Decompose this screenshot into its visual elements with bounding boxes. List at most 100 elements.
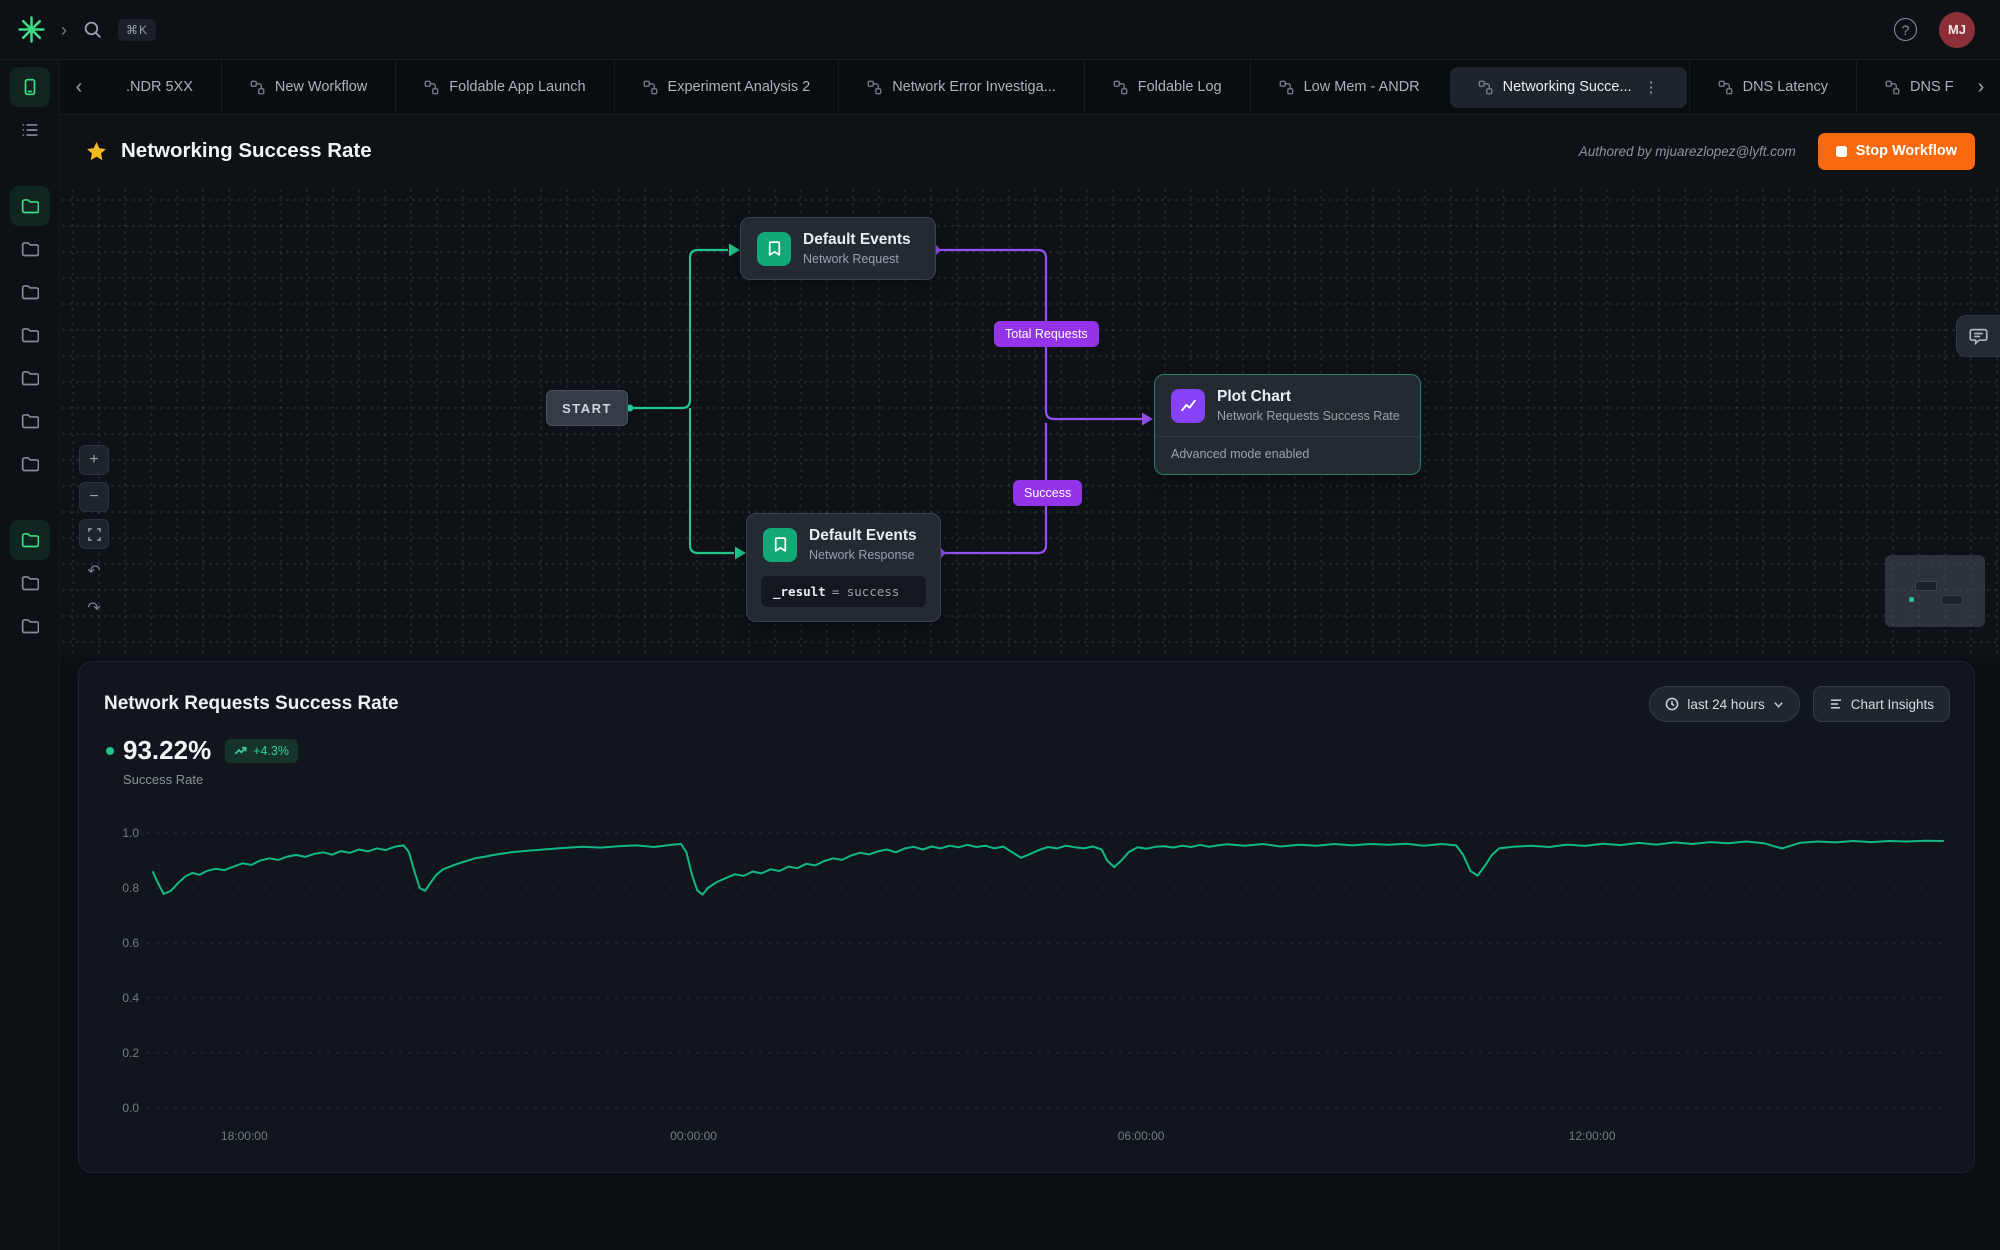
node-title: Plot Chart [1217,388,1400,406]
canvas-controls: + − ↶ ↷ [79,445,109,623]
sidebar-expand-icon[interactable]: › [61,21,67,39]
tabs-scroll-left-button[interactable]: ‹ [60,60,98,114]
sidebar-item[interactable] [10,358,50,398]
stop-workflow-button[interactable]: Stop Workflow [1818,133,1975,170]
stop-icon [1836,146,1847,157]
tab-label: .NDR 5XX [126,79,193,95]
node-subtitle: Network Response [809,548,917,562]
avatar[interactable]: MJ [1939,12,1975,48]
svg-text:12:00:00: 12:00:00 [1569,1129,1616,1143]
workflow-tab[interactable]: Networking Succe... ⋮ [1450,67,1687,108]
undo-button[interactable]: ↶ [79,556,109,586]
minimap-node [1941,595,1963,605]
clock-icon [1665,697,1679,711]
workflow-tab[interactable]: Low Mem - ANDR [1250,60,1448,114]
minimap[interactable] [1885,555,1985,627]
insights-icon [1829,697,1843,711]
svg-text:0.2: 0.2 [122,1046,139,1060]
workflow-canvas[interactable]: START Default Events Network Request [60,187,2000,657]
app-logo [18,16,45,43]
edge-label-total-requests: Total Requests [994,321,1099,347]
favorite-star-icon[interactable] [86,141,107,162]
node-title: Default Events [809,527,917,545]
folder-icon [21,283,39,301]
workflow-tab[interactable]: DNS Latency [1689,60,1856,114]
chart-insights-button[interactable]: Chart Insights [1813,686,1950,722]
workflow-tab[interactable]: Network Error Investiga... [838,60,1084,114]
folder-icon [21,240,39,258]
workflow-tab[interactable]: Experiment Analysis 2 [614,60,839,114]
comments-button[interactable] [1956,315,2000,357]
node-default-events-request[interactable]: Default Events Network Request [740,217,936,280]
tab-menu-icon[interactable]: ⋮ [1644,78,1659,96]
time-range-button[interactable]: last 24 hours [1649,686,1799,722]
tab-bar: ‹ .NDR 5XX New Workflow Foldable App Lau… [60,60,2000,115]
time-range-label: last 24 hours [1687,697,1764,712]
workflow-tab[interactable]: Foldable Log [1084,60,1250,114]
metric-delta-badge: +4.3% [225,739,298,763]
sidebar-nav [0,60,60,1250]
sidebar-item[interactable] [10,315,50,355]
folder-icon [21,617,39,635]
node-subtitle: Network Request [803,252,911,266]
metric-delta: +4.3% [253,744,289,758]
sidebar-item[interactable] [10,444,50,484]
bookmark-icon [763,528,797,562]
fit-view-button[interactable] [79,519,109,549]
help-button[interactable]: ? [1894,18,1917,41]
zoom-out-button[interactable]: − [79,482,109,512]
chevron-down-icon [1773,699,1784,710]
sidebar-item[interactable] [10,229,50,269]
start-node[interactable]: START [546,390,628,426]
fit-view-icon [88,528,101,541]
workflow-icon [643,80,658,95]
folder-icon [21,455,39,473]
tab-label: DNS Latency [1743,79,1828,95]
page-title: Networking Success Rate [121,139,372,163]
bookmark-icon [757,232,791,266]
tab-label: DNS F [1910,79,1954,95]
authored-by-text: Authored by mjuarezlopez@lyft.com [1579,144,1796,159]
trending-up-icon [234,744,247,757]
zoom-in-button[interactable]: + [79,445,109,475]
workflow-tab[interactable]: New Workflow [221,60,395,114]
condition-key: _result [773,584,826,599]
tab-label: New Workflow [275,79,367,95]
sidebar-item[interactable] [10,110,50,150]
tabs-scroll-right-button[interactable]: › [1962,60,2000,114]
sidebar-item[interactable] [10,186,50,226]
tab-label: Foldable App Launch [449,79,585,95]
node-plot-chart[interactable]: Plot Chart Network Requests Success Rate… [1154,374,1421,475]
svg-text:0.8: 0.8 [122,881,139,895]
metric-block: 93.22% +4.3% Success Rate [106,735,298,787]
sidebar-item[interactable] [10,606,50,646]
workflow-tab[interactable]: .NDR 5XX [98,60,221,114]
sidebar-item[interactable] [10,272,50,312]
sidebar-item[interactable] [10,520,50,560]
tab-label: Networking Succe... [1503,79,1632,95]
folder-icon [21,531,39,549]
workflow-icon [1718,80,1733,95]
chart-panel: Network Requests Success Rate last 24 ho… [78,661,1975,1173]
sidebar-item[interactable] [10,563,50,603]
condition-value: = success [832,584,900,599]
node-default-events-response[interactable]: Default Events Network Response _result =… [746,513,941,622]
tab-label: Low Mem - ANDR [1304,79,1420,95]
tab-strip: .NDR 5XX New Workflow Foldable App Launc… [98,60,2000,114]
node-title: Default Events [803,231,911,249]
workflow-header: Networking Success Rate Authored by mjua… [60,115,2000,187]
sidebar-item[interactable] [10,67,50,107]
svg-text:0.4: 0.4 [122,991,139,1005]
svg-text:00:00:00: 00:00:00 [670,1129,717,1143]
sidebar-item[interactable] [10,401,50,441]
search-icon[interactable] [83,20,102,39]
node-subtitle: Network Requests Success Rate [1217,409,1400,423]
redo-button[interactable]: ↷ [79,593,109,623]
folder-icon [21,197,39,215]
workflow-icon [250,80,265,95]
folder-icon [21,574,39,592]
workflow-icon [1478,80,1493,95]
workflow-tab[interactable]: Foldable App Launch [395,60,613,114]
search-shortcut: ⌘K [118,19,156,41]
list-icon [21,121,39,139]
